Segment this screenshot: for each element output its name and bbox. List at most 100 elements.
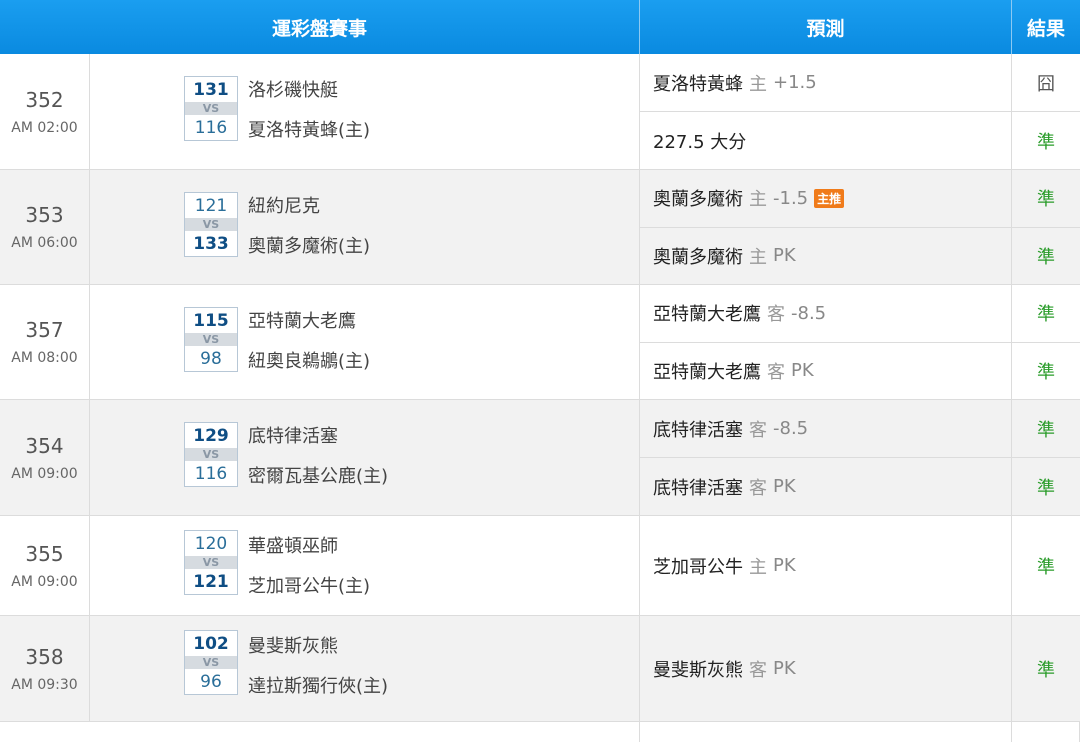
- game-time: AM 09:00: [11, 573, 78, 590]
- header-games: 運彩盤賽事: [0, 0, 640, 54]
- result-mark: 準: [1012, 457, 1080, 515]
- vs-label: VS: [185, 656, 237, 669]
- result-mark: 準: [1037, 659, 1055, 681]
- prediction-item: 227.5 大分: [640, 111, 1011, 169]
- prediction-cell: 亞特蘭大老鷹客 -8.5 亞特蘭大老鷹客 PK: [640, 285, 1012, 400]
- table-tail: [0, 722, 640, 742]
- away-score: 102: [193, 633, 229, 654]
- home-team-name[interactable]: 密爾瓦基公鹿(主): [248, 462, 388, 488]
- prediction-team[interactable]: 芝加哥公牛: [653, 553, 743, 579]
- away-score: 115: [193, 310, 229, 331]
- prediction-line: -8.5: [773, 418, 809, 439]
- game-id: 358: [25, 644, 64, 669]
- score-box: 121 VS 133: [184, 192, 238, 257]
- prediction-team[interactable]: 夏洛特黃蜂: [653, 70, 743, 96]
- game-time: AM 08:00: [11, 350, 78, 366]
- matchup: 120 VS 121 華盛頓巫師 芝加哥公牛(主): [90, 516, 639, 615]
- main-pick-badge: 主推: [814, 188, 845, 208]
- prediction-item: 底特律活塞客 -8.5: [640, 400, 1011, 457]
- prediction-cell: 底特律活塞客 -8.5 底特律活塞客 PK: [640, 400, 1012, 516]
- result-cell: 準準: [1012, 170, 1080, 285]
- away-score: 129: [193, 425, 229, 446]
- game-id: 353: [25, 203, 64, 227]
- away-team-name[interactable]: 底特律活塞: [248, 422, 338, 448]
- result-mark: 準: [1012, 111, 1080, 169]
- game-row-354: 354 AM 09:00 129 VS 116 底特律活塞密爾瓦基公鹿(主): [0, 400, 640, 516]
- prediction-side: 主: [749, 73, 767, 95]
- result-cell: 囧準: [1012, 54, 1080, 170]
- prediction-side: 客: [767, 361, 785, 383]
- vs-label: VS: [185, 218, 237, 231]
- result-mark: 準: [1012, 226, 1080, 285]
- home-score: 116: [194, 463, 228, 484]
- prediction-line: PK: [773, 555, 796, 576]
- prediction-side: 客: [749, 659, 767, 681]
- prediction-line: -8.5: [791, 302, 827, 324]
- game-time: AM 09:30: [11, 676, 78, 693]
- prediction-cell: 芝加哥公牛主 PK: [640, 516, 1012, 616]
- prediction-team[interactable]: 底特律活塞: [653, 474, 743, 500]
- prediction-team[interactable]: 奧蘭多魔術: [653, 185, 743, 211]
- game-row-355: 355 AM 09:00 120 VS 121 華盛頓巫師 芝加哥公牛(主): [0, 516, 640, 616]
- prediction-team[interactable]: 亞特蘭大老鷹: [653, 300, 761, 326]
- prediction-item: 奧蘭多魔術主 -1.5 主推: [640, 170, 1011, 227]
- away-score: 121: [194, 195, 228, 216]
- game-info: 354 AM 09:00: [0, 400, 90, 515]
- score-box: 129 VS 116: [184, 422, 238, 487]
- prediction-item: 底特律活塞客 PK: [640, 457, 1011, 515]
- home-team-name[interactable]: 芝加哥公牛(主): [248, 572, 370, 598]
- home-score: 116: [194, 117, 228, 138]
- away-team-name[interactable]: 紐約尼克: [248, 192, 320, 218]
- prediction-side: 主: [749, 189, 767, 211]
- game-info: 353 AM 06:00: [0, 170, 90, 284]
- away-team-name[interactable]: 洛杉磯快艇: [248, 76, 338, 102]
- away-team-name[interactable]: 華盛頓巫師: [248, 532, 338, 558]
- vs-label: VS: [185, 448, 237, 461]
- home-team-name[interactable]: 紐奧良鵜鶘(主): [248, 347, 370, 373]
- prediction-team[interactable]: 底特律活塞: [653, 416, 743, 442]
- result-cell: 準準: [1012, 400, 1080, 516]
- prediction-item: 亞特蘭大老鷹客 -8.5: [640, 285, 1011, 342]
- home-team-name[interactable]: 夏洛特黃蜂(主): [248, 116, 370, 142]
- result-mark: 準: [1037, 556, 1055, 578]
- prediction-team[interactable]: 227.5 大分: [653, 128, 746, 154]
- away-team-name[interactable]: 亞特蘭大老鷹: [248, 307, 356, 333]
- game-id: 357: [25, 318, 64, 342]
- result-mark: 準: [1037, 189, 1055, 211]
- away-score: 120: [194, 533, 228, 554]
- prediction-team[interactable]: 亞特蘭大老鷹: [653, 358, 761, 384]
- result-cell: 準: [1012, 516, 1080, 616]
- prediction-line: PK: [773, 658, 796, 679]
- result-cell: 準準: [1012, 285, 1080, 400]
- header-result: 結果: [1012, 0, 1080, 54]
- home-team-name[interactable]: 達拉斯獨行俠(主): [248, 672, 388, 698]
- game-time: AM 02:00: [11, 119, 78, 136]
- home-team-name[interactable]: 奧蘭多魔術(主): [248, 232, 370, 258]
- table-tail: [1012, 722, 1080, 742]
- prediction-item: 奧蘭多魔術主 PK: [640, 226, 1011, 285]
- home-score: 121: [193, 571, 229, 592]
- game-id: 355: [25, 541, 64, 566]
- prediction-side: 客: [749, 419, 767, 441]
- game-info: 352 AM 02:00: [0, 54, 90, 169]
- prediction-line: -1.5: [773, 187, 809, 209]
- away-team-name[interactable]: 曼斐斯灰熊: [248, 632, 338, 658]
- result-cell: 準: [1012, 616, 1080, 722]
- prediction-line: PK: [773, 245, 796, 267]
- prediction-side: 主: [749, 246, 767, 268]
- matchup: 129 VS 116 底特律活塞密爾瓦基公鹿(主): [90, 400, 639, 515]
- header-prediction: 預測: [640, 0, 1012, 54]
- prediction-team[interactable]: 奧蘭多魔術: [653, 243, 743, 269]
- prediction-cell: 夏洛特黃蜂主 +1.5 227.5 大分: [640, 54, 1012, 170]
- prediction-team[interactable]: 曼斐斯灰熊: [653, 656, 743, 682]
- home-score: 133: [193, 233, 229, 254]
- game-row-358: 358 AM 09:30 102 VS 96 曼斐斯灰熊 達拉斯獨行俠(主): [0, 616, 640, 722]
- game-id: 354: [25, 433, 64, 458]
- result-mark: 囧: [1037, 73, 1055, 95]
- game-info: 358 AM 09:30: [0, 616, 90, 721]
- matchup: 102 VS 96 曼斐斯灰熊 達拉斯獨行俠(主): [90, 616, 639, 721]
- score-box: 102 VS 96: [184, 630, 238, 695]
- vs-label: VS: [185, 333, 237, 346]
- prediction-line: +1.5: [773, 72, 817, 93]
- prediction-cell: 曼斐斯灰熊客 PK: [640, 616, 1012, 722]
